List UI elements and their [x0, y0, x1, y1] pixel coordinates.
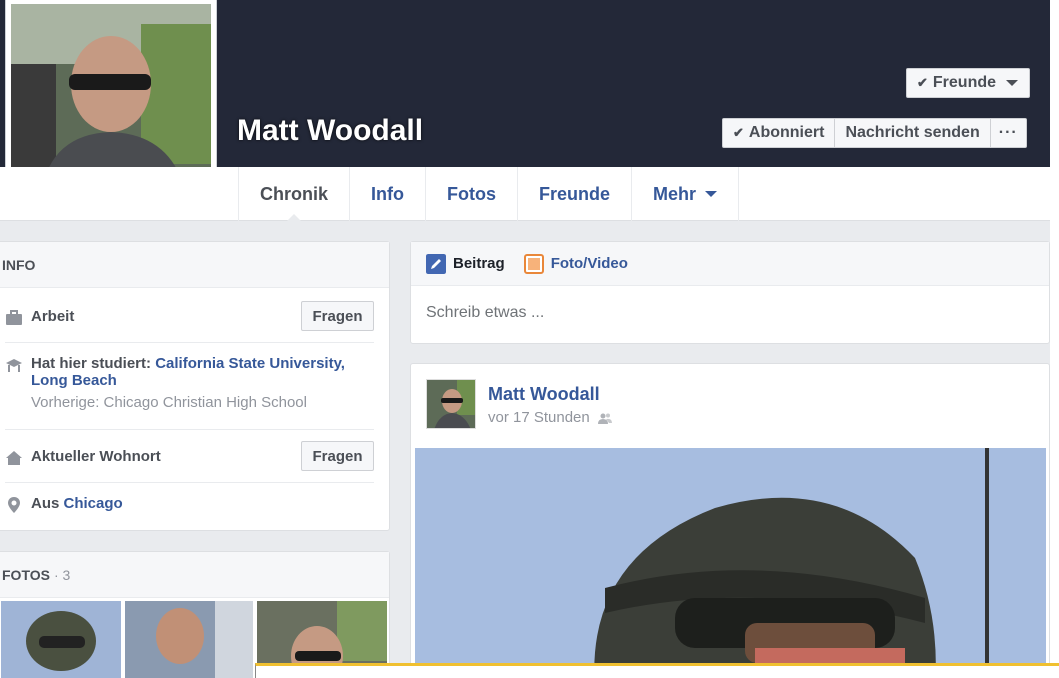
chevron-down-icon — [1006, 80, 1019, 86]
education-row: Hat hier studiert: California State Univ… — [5, 355, 374, 411]
photos-title: FOTOS — [2, 566, 50, 583]
avatar-image — [427, 380, 475, 428]
profile-name[interactable]: Matt Woodall — [237, 114, 423, 148]
info-header: INFO — [0, 242, 389, 288]
post-timestamp[interactable]: vor 17 Stunden — [488, 409, 590, 426]
from-prefix: Aus — [31, 495, 60, 512]
chevron-down-icon — [705, 191, 718, 197]
tab-label: Freunde — [539, 183, 611, 204]
post: Matt Woodall vor 17 Stunden — [410, 363, 1050, 678]
tab-label: Chronik — [260, 183, 329, 204]
composer: Beitrag Foto/Video Schreib etwas ... — [410, 241, 1050, 344]
send-message-label: Nachricht senden — [845, 124, 980, 141]
composer-tab-photo[interactable]: Foto/Video — [523, 253, 628, 274]
photos-card: FOTOS · 3 — [0, 551, 390, 678]
tab-label: Info — [371, 183, 405, 204]
photos-header[interactable]: FOTOS · 3 — [0, 552, 389, 598]
friends-button-label: Freunde — [932, 74, 997, 91]
previous-school: Vorherige: Chicago Christian High School — [31, 394, 307, 411]
tab-more[interactable]: Mehr — [631, 167, 740, 221]
briefcase-icon — [6, 310, 22, 325]
hometown-row: Aus Chicago — [5, 495, 374, 514]
location-pin-icon — [8, 497, 20, 513]
send-message-button[interactable]: Nachricht senden — [835, 118, 991, 148]
more-actions-button[interactable]: ··· — [990, 118, 1027, 148]
check-icon: ✔ — [733, 125, 744, 140]
home-icon — [6, 451, 22, 465]
page-edge — [1050, 0, 1059, 678]
chat-popup-bar[interactable] — [255, 663, 1059, 678]
subscribed-button-label: Abonniert — [748, 124, 825, 141]
composer-tab-post-label: Beitrag — [453, 255, 505, 272]
tab-info[interactable]: Info — [349, 167, 425, 221]
tab-timeline[interactable]: Chronik — [238, 167, 349, 222]
school-link[interactable]: California State University, — [155, 355, 345, 372]
hometown-link[interactable]: Chicago — [64, 495, 123, 512]
pencil-icon — [426, 253, 446, 274]
profile-photo-image — [11, 4, 211, 193]
work-label: Arbeit — [31, 308, 75, 325]
divider — [5, 429, 374, 430]
info-card: INFO Arbeit Fragen Hat hier studiert: Ca… — [0, 241, 390, 531]
ask-residence-button[interactable]: Fragen — [301, 441, 374, 471]
profile-nav: Chronik Info Fotos Freunde Mehr — [0, 167, 1050, 222]
composer-input[interactable]: Schreib etwas ... — [426, 304, 544, 322]
studied-prefix: Hat hier studiert: — [31, 355, 152, 372]
ellipsis-icon: ··· — [998, 124, 1018, 141]
friends-audience-icon[interactable] — [597, 412, 612, 424]
photo-icon — [523, 253, 544, 274]
photo-thumbnail[interactable] — [1, 601, 121, 678]
tab-photos[interactable]: Fotos — [425, 167, 517, 221]
divider — [5, 342, 374, 343]
friends-button[interactable]: ✔ Freunde — [906, 68, 1030, 98]
ask-work-button[interactable]: Fragen — [301, 301, 374, 331]
school-link-cont[interactable]: Long Beach — [31, 372, 117, 389]
profile-actions: ✔ Abonniert Nachricht senden ··· — [722, 118, 1027, 148]
post-author[interactable]: Matt Woodall — [488, 384, 600, 405]
tab-friends[interactable]: Freunde — [517, 167, 631, 221]
school-icon — [6, 359, 22, 372]
check-icon: ✔ — [917, 75, 928, 90]
post-photo[interactable] — [415, 448, 1046, 678]
residence-label: Aktueller Wohnort — [31, 448, 161, 465]
post-meta: vor 17 Stunden — [488, 409, 612, 426]
composer-tab-photo-label: Foto/Video — [550, 255, 628, 272]
subscribed-button[interactable]: ✔ Abonniert — [722, 118, 836, 148]
divider — [5, 482, 374, 483]
composer-tab-post[interactable]: Beitrag — [426, 253, 505, 274]
tab-label: Mehr — [653, 183, 697, 204]
avatar[interactable] — [426, 379, 476, 429]
tab-label: Fotos — [447, 183, 497, 204]
photo-thumbnail[interactable] — [125, 601, 253, 678]
post-photo-image — [415, 448, 1046, 678]
photos-count: · 3 — [53, 566, 71, 583]
